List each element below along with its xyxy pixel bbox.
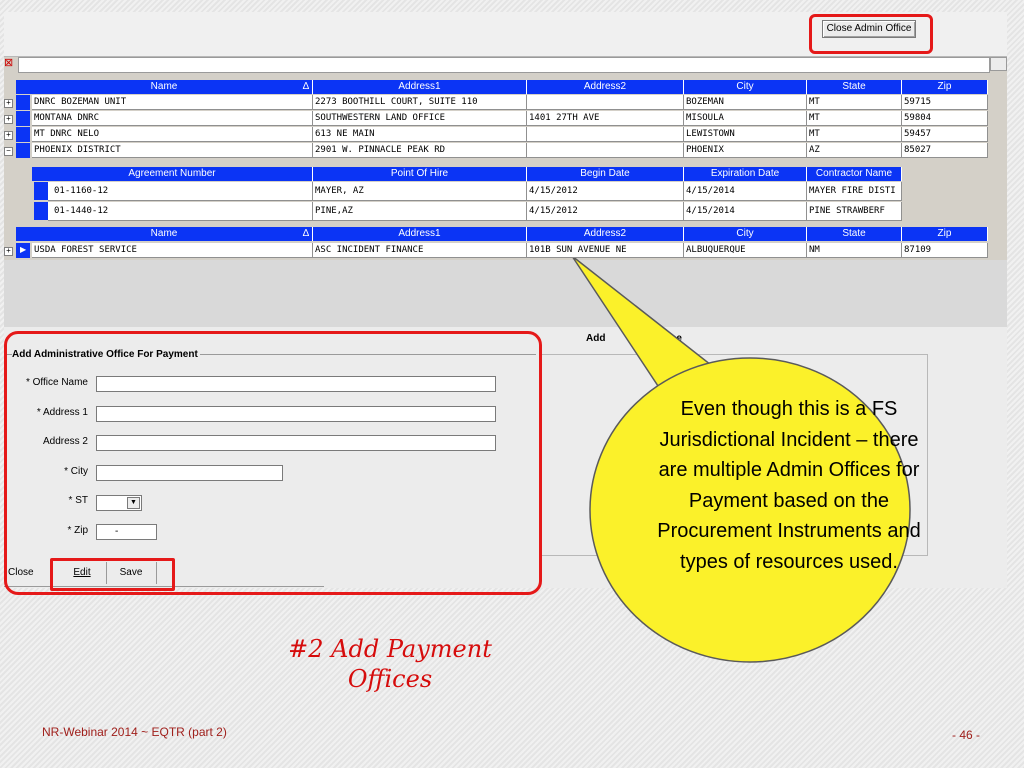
table-cell-zip[interactable]: 87109 [902,243,988,258]
table-cell-address1[interactable]: 2273 BOOTHILL COURT, SUITE 110 [313,95,527,110]
table-cell-zip[interactable]: 59804 [902,111,988,126]
table-cell-state[interactable]: MT [807,127,902,142]
table-cell-zip[interactable]: 85027 [902,143,988,158]
expand-icon[interactable]: − [4,147,13,156]
table-cell-address2[interactable]: 1401 27TH AVE [527,111,684,126]
sort-icon[interactable]: ∆ [303,227,309,241]
table-cell-name[interactable]: MT DNRC NELO [32,127,313,142]
column-header-2-name[interactable]: Name ∆ [16,227,313,241]
highlight-edit-save [50,558,175,591]
column-header-2-address1[interactable]: Address1 [313,227,527,241]
slide-title: #2 Add Payment Offices [220,634,560,694]
filter-scrollbar[interactable] [990,57,1007,71]
sub-table-cell-contractor[interactable]: MAYER FIRE DISTI [807,182,902,201]
table-cell-zip[interactable]: 59457 [902,127,988,142]
column-header-2-address2[interactable]: Address2 [527,227,684,241]
sub-table-cell-agreement[interactable]: 01-1160-12 [48,182,313,201]
sub-column-header-point-of-hire[interactable]: Point Of Hire [313,167,527,181]
sort-icon[interactable]: ∆ [303,80,309,94]
column-header-address1[interactable]: Address1 [313,80,527,94]
table-cell-name[interactable]: MONTANA DNRC [32,111,313,126]
sub-table-cell-hire[interactable]: MAYER, AZ [313,182,527,201]
sub-table-cell-expire[interactable]: 4/15/2014 [684,182,807,201]
row-selector[interactable] [16,111,30,126]
column-header-2-zip[interactable]: Zip [902,227,988,241]
table-cell-city[interactable]: PHOENIX [684,143,807,158]
sub-table-cell-agreement[interactable]: 01-1440-12 [48,202,313,221]
table-cell-state[interactable]: MT [807,95,902,110]
column-header-state[interactable]: State [807,80,902,94]
page-number: - 46 - [952,728,981,742]
column-header-2-state[interactable]: State [807,227,902,241]
expand-icon[interactable]: + [4,115,13,124]
column-header-city[interactable]: City [684,80,807,94]
sub-table-cell-hire[interactable]: PINE,AZ [313,202,527,221]
table-cell-name[interactable]: DNRC BOZEMAN UNIT [32,95,313,110]
column-header-name[interactable]: Name ∆ [16,80,313,94]
sub-column-header-contractor-name[interactable]: Contractor Name [807,167,902,181]
table-cell-state[interactable]: AZ [807,143,902,158]
column-header-address2[interactable]: Address2 [527,80,684,94]
table-cell-city[interactable]: BOZEMAN [684,95,807,110]
highlight-form [4,331,542,595]
table-cell-address1[interactable]: 613 NE MAIN [313,127,527,142]
table-cell-name[interactable]: USDA FOREST SERVICE [32,243,313,258]
table-cell-address2[interactable] [527,143,684,158]
sub-row-selector[interactable] [34,182,48,200]
title-line-1: #2 Add Payment [288,635,492,663]
table-cell-zip[interactable]: 59715 [902,95,988,110]
expand-icon[interactable]: + [4,99,13,108]
table-cell-city[interactable]: LEWISTOWN [684,127,807,142]
sub-column-header-begin-date[interactable]: Begin Date [527,167,684,181]
highlight-close-admin-office [809,14,933,54]
table-cell-city[interactable]: ALBUQUERQUE [684,243,807,258]
table-cell-address1[interactable]: SOUTHWESTERN LAND OFFICE [313,111,527,126]
row-selector-current[interactable]: ▶ [16,243,30,258]
title-line-2: Offices [347,665,433,693]
sub-table-cell-begin[interactable]: 4/15/2012 [527,202,684,221]
callout-text: Even though this is a FS Jurisdictional … [657,398,921,573]
current-row-arrow-icon: ▶ [20,245,27,254]
column-header-2-city[interactable]: City [684,227,807,241]
column-header-zip[interactable]: Zip [902,80,988,94]
row-selector[interactable] [16,95,30,110]
table-cell-state[interactable]: NM [807,243,902,258]
table-cell-city[interactable]: MISOULA [684,111,807,126]
sub-table-cell-expire[interactable]: 4/15/2014 [684,202,807,221]
sub-table-cell-begin[interactable]: 4/15/2012 [527,182,684,201]
table-cell-address1[interactable]: 2901 W. PINNACLE PEAK RD [313,143,527,158]
sub-row-selector[interactable] [34,202,48,220]
sub-column-header-expiration-date[interactable]: Expiration Date [684,167,807,181]
table-cell-address2[interactable] [527,95,684,110]
table-cell-address2[interactable] [527,127,684,142]
expand-icon[interactable]: + [4,131,13,140]
filter-icon[interactable]: ⊠ [4,57,16,69]
expand-icon[interactable]: + [4,247,13,256]
sub-column-header-agreement-number[interactable]: Agreement Number [32,167,313,181]
row-selector[interactable] [16,143,30,158]
table-cell-address2[interactable]: 101B SUN AVENUE NE [527,243,684,258]
table-cell-address1[interactable]: ASC INCIDENT FINANCE [313,243,527,258]
row-selector[interactable] [16,127,30,142]
table-cell-state[interactable]: MT [807,111,902,126]
sub-table-cell-contractor[interactable]: PINE STRAWBERF [807,202,902,221]
footer-text: NR-Webinar 2014 ~ EQTR (part 2) [42,725,227,739]
filter-row[interactable] [18,57,990,73]
table-cell-name[interactable]: PHOENIX DISTRICT [32,143,313,158]
